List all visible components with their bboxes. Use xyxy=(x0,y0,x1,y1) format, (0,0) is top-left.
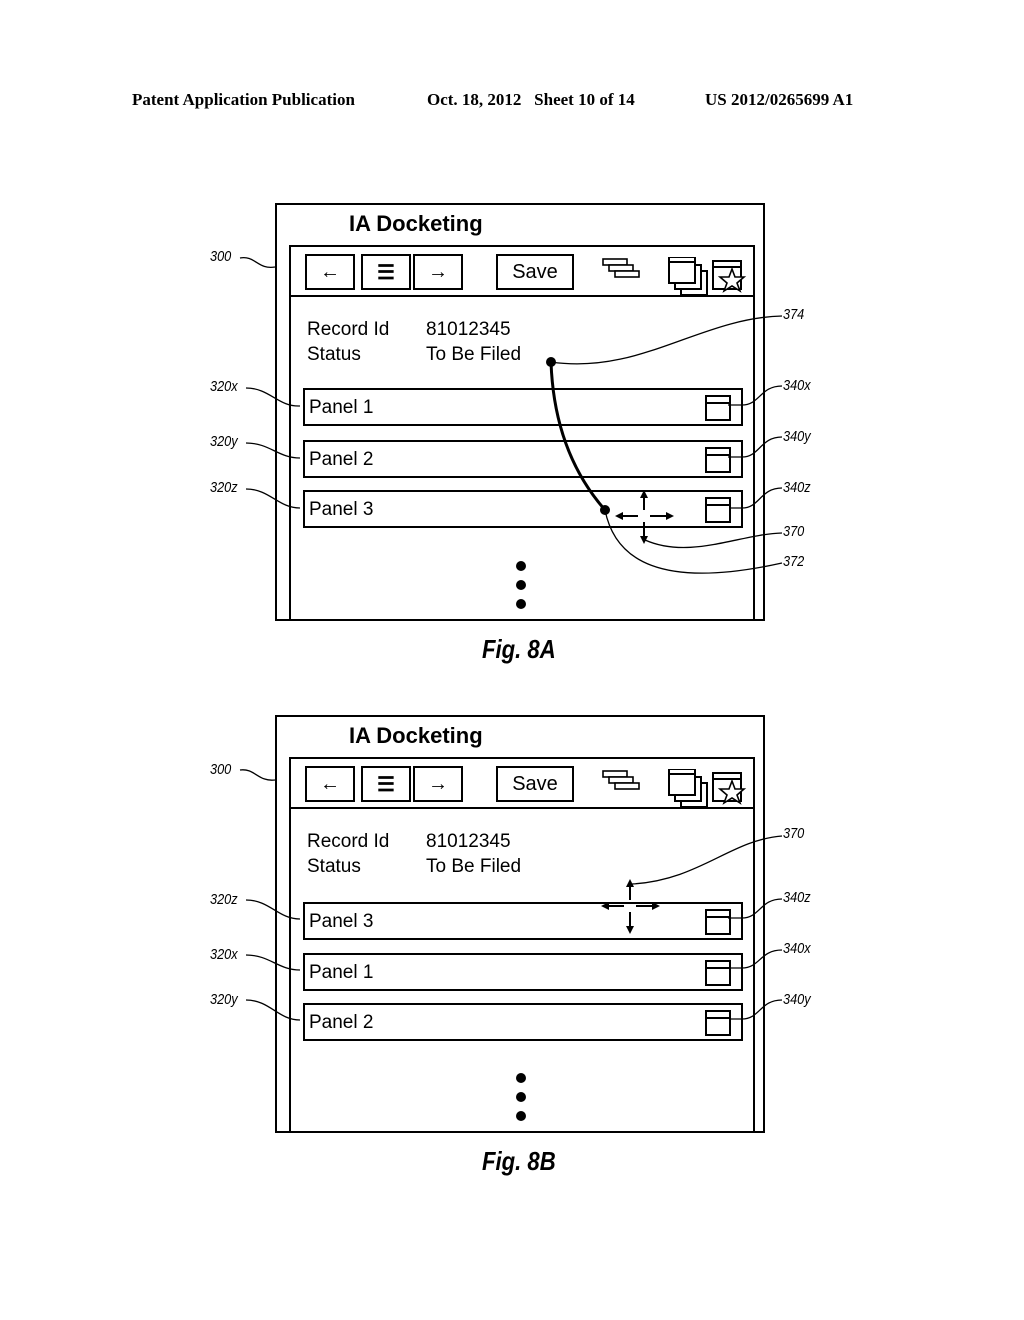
more-ellipsis xyxy=(516,561,526,618)
ref-label: 374 xyxy=(783,306,805,323)
ref-label: 320z xyxy=(210,891,238,908)
panel-label: Panel 3 xyxy=(309,499,374,520)
record-id-value: 81012345 xyxy=(426,319,511,340)
ref-label: 370 xyxy=(783,825,805,842)
panel-label: Panel 2 xyxy=(309,449,374,470)
panel-item[interactable]: Panel 1 xyxy=(303,388,743,426)
stacked-bars-icon[interactable] xyxy=(602,258,640,278)
publication-number: US 2012/0265699 A1 xyxy=(705,90,854,109)
save-button[interactable]: Save xyxy=(496,254,574,290)
ref-label: 340z xyxy=(783,479,811,496)
forward-button[interactable]: → xyxy=(413,254,463,290)
record-info: Record Id 81012345 Status To Be Filed xyxy=(307,317,521,367)
toolbar: ← ☰ → Save xyxy=(291,247,753,297)
ref-label: 320x xyxy=(210,946,238,963)
panel-label: Panel 2 xyxy=(309,1012,374,1033)
ref-label: 370 xyxy=(783,523,805,540)
app-title: IA Docketing xyxy=(349,723,483,748)
panel-label: Panel 1 xyxy=(309,397,374,418)
panel-window-icon[interactable] xyxy=(705,497,731,523)
panel-item[interactable]: Panel 2 xyxy=(303,1003,743,1041)
panel-window-icon[interactable] xyxy=(705,909,731,935)
app-title: IA Docketing xyxy=(349,211,483,236)
toolbar: ← ☰ → Save xyxy=(291,759,753,809)
app-content: ← ☰ → Save Record Id81012345 StatusTo xyxy=(289,245,755,621)
panel-window-icon[interactable] xyxy=(705,447,731,473)
forward-button[interactable]: → xyxy=(413,766,463,802)
record-id-label: Record Id xyxy=(307,831,390,852)
stacked-bars-icon[interactable] xyxy=(602,770,640,790)
record-id-label: Record Id xyxy=(307,319,390,340)
app-window-8b: IA Docketing ← ☰ → Save Record Id 810123… xyxy=(275,715,765,1133)
panel-window-icon[interactable] xyxy=(705,1010,731,1036)
leader-line xyxy=(239,256,276,269)
toolbar-icons xyxy=(602,769,747,807)
panel-item[interactable]: Panel 3 xyxy=(303,490,743,528)
toolbar-icons xyxy=(602,257,747,295)
panel-window-icon[interactable] xyxy=(705,395,731,421)
app-content: ← ☰ → Save Record Id81012345 StatusTo xyxy=(289,757,755,1133)
record-id-value: 81012345 xyxy=(426,831,511,852)
leader-line xyxy=(239,769,276,781)
panel-item[interactable]: Panel 1 xyxy=(303,953,743,991)
menu-button[interactable]: ☰ xyxy=(361,254,411,290)
date-sheet-label: Oct. 18, 2012 Sheet 10 of 14 xyxy=(427,90,635,109)
cascade-windows-icon[interactable] xyxy=(668,769,708,807)
figure-caption: Fig. 8B xyxy=(482,1146,556,1176)
ref-label: 320x xyxy=(210,378,238,395)
ref-label: 340y xyxy=(783,428,811,445)
panel-item[interactable]: Panel 3 xyxy=(303,902,743,940)
panel-label: Panel 3 xyxy=(309,911,374,932)
ref-label: 300 xyxy=(210,761,232,778)
save-button[interactable]: Save xyxy=(496,766,574,802)
ref-label: 340x xyxy=(783,377,811,394)
ref-label: 320z xyxy=(210,479,238,496)
ref-label: 300 xyxy=(210,248,232,265)
cascade-windows-icon[interactable] xyxy=(668,257,708,295)
ref-label: 372 xyxy=(783,553,805,570)
record-info: Record Id 81012345 Status To Be Filed xyxy=(307,829,521,879)
window-star-icon[interactable] xyxy=(712,260,747,293)
ref-label: 340z xyxy=(783,889,811,906)
panel-label: Panel 1 xyxy=(309,962,374,983)
back-button[interactable]: ← xyxy=(305,766,355,802)
ref-label: 340x xyxy=(783,940,811,957)
ref-label: 320y xyxy=(210,991,238,1008)
status-value: To Be Filed xyxy=(426,856,522,877)
app-window-8a: IA Docketing ← ☰ → Save Record Id 810123… xyxy=(275,203,765,621)
menu-button[interactable]: ☰ xyxy=(361,766,411,802)
back-button[interactable]: ← xyxy=(305,254,355,290)
figure-caption: Fig. 8A xyxy=(482,634,556,664)
ref-label: 320y xyxy=(210,433,238,450)
panel-window-icon[interactable] xyxy=(705,960,731,986)
publication-label: Patent Application Publication xyxy=(132,90,355,109)
status-label: Status xyxy=(307,344,361,365)
panel-item[interactable]: Panel 2 xyxy=(303,440,743,478)
more-ellipsis xyxy=(516,1073,526,1130)
status-label: Status xyxy=(307,856,361,877)
ref-label: 340y xyxy=(783,991,811,1008)
status-value: To Be Filed xyxy=(426,344,522,365)
window-star-icon[interactable] xyxy=(712,772,747,805)
